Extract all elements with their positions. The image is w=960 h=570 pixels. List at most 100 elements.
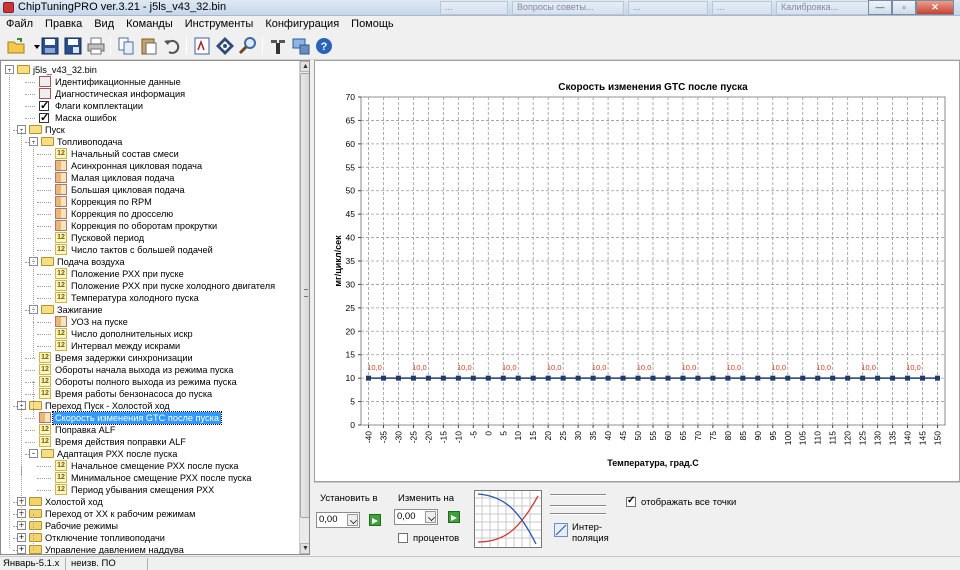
menu-tools[interactable]: Инструменты — [179, 16, 260, 32]
expand-toggle-icon[interactable]: + — [17, 545, 26, 554]
tree-item[interactable]: - Пуск — [1, 124, 297, 136]
expand-toggle-icon[interactable]: + — [17, 533, 26, 542]
slider-2[interactable] — [550, 505, 606, 507]
slider-3[interactable] — [550, 513, 606, 515]
tree-item[interactable]: Скорость изменения GTC после пуска — [1, 411, 297, 425]
help-icon[interactable]: ? — [314, 36, 334, 56]
tree-item[interactable]: 12 Число дополнительных искр — [1, 328, 297, 340]
tree-item-label: Большая цикловая подача — [71, 185, 185, 195]
scroll-down-button[interactable]: ▼ — [300, 543, 309, 554]
maximize-button[interactable]: ▫ — [892, 0, 916, 15]
tree-item[interactable]: - Зажигание — [1, 304, 297, 316]
tree-guide-line — [21, 466, 22, 526]
menu-edit[interactable]: Правка — [39, 16, 88, 32]
tree-item[interactable]: 12 Число тактов с большей подачей — [1, 244, 297, 256]
scroll-up-button[interactable]: ▲ — [300, 61, 309, 72]
tree-item[interactable]: Асинхронная цикловая подача — [1, 160, 297, 172]
save-as-icon[interactable] — [63, 36, 83, 56]
tree-item[interactable]: - Подача воздуха — [1, 256, 297, 268]
change-value-input[interactable]: 0,00 — [394, 509, 438, 525]
tree-item[interactable]: Флаги комплектации — [1, 100, 297, 112]
table-param-icon — [55, 160, 67, 171]
connect-icon[interactable] — [291, 36, 311, 56]
tree-item[interactable]: 12 Время действия поправки ALF — [1, 436, 297, 448]
integer-param-icon: 12 — [55, 484, 67, 495]
tree-item[interactable]: + Управление давлением наддува — [1, 544, 297, 554]
dropdown-arrow-icon[interactable] — [27, 36, 40, 56]
tree-item[interactable]: Большая цикловая подача — [1, 184, 297, 196]
tree-item[interactable]: 12 Положение РХХ при пуске — [1, 268, 297, 280]
menu-help[interactable]: Помощь — [345, 16, 400, 32]
tree-item[interactable]: 12 Обороты полного выхода из режима пуска — [1, 376, 297, 388]
change-value-spin-button[interactable] — [425, 511, 436, 523]
set-value-spin-button[interactable] — [347, 514, 358, 526]
tree-scrollbar[interactable]: ▲ ▼ — [299, 61, 309, 554]
tree-item[interactable]: - Адаптация РХХ после пуска — [1, 448, 297, 460]
tree-item[interactable]: 12 Обороты начала выхода из режима пуска — [1, 364, 297, 376]
tree-item[interactable]: 12 Температура холодного пуска — [1, 292, 297, 304]
tree-item[interactable]: Диагностическая информация — [1, 88, 297, 100]
set-value-input[interactable]: 0,00 — [316, 512, 360, 528]
tree-item[interactable]: + Переход от ХХ к рабочим режимам — [1, 508, 297, 520]
paste-icon[interactable] — [139, 36, 159, 56]
menu-view[interactable]: Вид — [88, 16, 120, 32]
apply-set-button[interactable] — [369, 514, 381, 526]
tree-item[interactable]: 12 Поправка ALF — [1, 424, 297, 436]
tree-item[interactable]: Коррекция по RPM — [1, 196, 297, 208]
tree-item[interactable]: 12 Минимальное смещение РХХ после пуска — [1, 472, 297, 484]
tree-item[interactable]: Малая цикловая подача — [1, 172, 297, 184]
collapse-toggle-icon[interactable]: - — [29, 449, 38, 458]
percent-checkbox[interactable] — [398, 533, 408, 543]
bin-compare-icon[interactable] — [192, 36, 212, 56]
tree-item[interactable]: УОЗ на пуске — [1, 316, 297, 328]
tree-item[interactable]: - j5ls_v43_32.bin — [1, 64, 297, 76]
tree-item[interactable]: 12 Начальный состав смеси — [1, 148, 297, 160]
undo-icon[interactable] — [162, 36, 182, 56]
tree-item[interactable]: Маска ошибок — [1, 112, 297, 124]
x-tick-label: -5 — [468, 431, 478, 439]
tree-item[interactable]: + Рабочие режимы — [1, 520, 297, 532]
interpolation-button[interactable] — [554, 523, 568, 537]
tree-item[interactable]: Коррекция по дросселю — [1, 208, 297, 220]
copy-icon[interactable] — [116, 36, 136, 56]
open-folder-icon[interactable] — [6, 36, 26, 56]
app-icon — [3, 2, 14, 13]
data-label: 10,0 — [816, 363, 831, 372]
tree-item[interactable]: - Переход Пуск - Холостой ход — [1, 400, 297, 412]
tree-item[interactable]: 12 Начальное смещение РХХ после пуска — [1, 460, 297, 472]
tree-guide-line — [33, 142, 34, 322]
scroll-thumb[interactable] — [300, 73, 309, 518]
menu-commands[interactable]: Команды — [120, 16, 179, 32]
tree-item[interactable]: - Топливоподача — [1, 136, 297, 148]
tree-item[interactable]: Коррекция по оборотам прокрутки — [1, 220, 297, 232]
apply-change-button[interactable] — [448, 511, 460, 523]
tree-item[interactable]: Идентификационные данные — [1, 76, 297, 88]
table-param-icon — [55, 220, 67, 231]
parameter-tree[interactable]: - j5ls_v43_32.bin Идентификационные данные… — [0, 60, 310, 555]
x-tick-label: 40 — [603, 431, 613, 441]
tree-item[interactable]: + Холостой ход — [1, 496, 297, 508]
tree-item[interactable]: 12 Пусковой период — [1, 232, 297, 244]
tree-item[interactable]: 12 Время работы бензонасоса до пуска — [1, 388, 297, 400]
tools-icon[interactable] — [268, 36, 288, 56]
data-label: 10,0 — [412, 363, 427, 372]
close-button[interactable]: ✕ — [916, 0, 954, 15]
tree-item[interactable]: + Отключение топливоподачи — [1, 532, 297, 544]
change-value-text: 0,00 — [397, 511, 416, 522]
tree-item[interactable]: 12 Интервал между искрами — [1, 340, 297, 352]
y-tick-label: 55 — [346, 162, 356, 172]
data-point — [485, 375, 491, 381]
tree-item[interactable]: 12 Период убывания смещения РХХ — [1, 484, 297, 496]
slider-1[interactable] — [550, 494, 606, 496]
save-icon[interactable] — [40, 36, 60, 56]
x-tick-label: -25 — [408, 431, 418, 444]
minimize-button[interactable]: — — [868, 0, 892, 15]
search-icon[interactable] — [238, 36, 258, 56]
menu-configuration[interactable]: Конфигурация — [259, 16, 345, 32]
tree-item[interactable]: 12 Положение РХХ при пуске холодного двиг… — [1, 280, 297, 292]
tree-item[interactable]: 12 Время задержки синхронизации — [1, 352, 297, 364]
menu-file[interactable]: Файл — [0, 16, 39, 32]
show-all-points-checkbox[interactable] — [626, 495, 636, 507]
checksum-icon[interactable] — [215, 36, 235, 56]
print-icon[interactable] — [86, 36, 106, 56]
